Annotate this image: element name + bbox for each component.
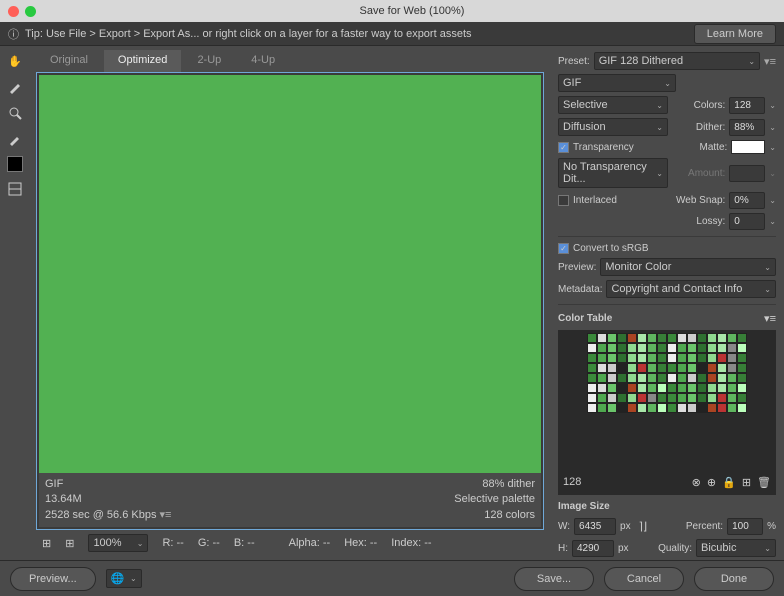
status-alpha: Alpha: -- [289,537,331,549]
status-b: B: -- [234,537,255,549]
reduction-select[interactable]: Selective⌄ [558,96,668,114]
window-controls [8,6,36,17]
learn-more-button[interactable]: Learn More [694,24,776,44]
lossy-input[interactable] [729,213,765,230]
image-size-header: Image Size [558,501,776,512]
status-hex: Hex: -- [344,537,377,549]
tab-2up[interactable]: 2-Up [183,50,235,72]
amount-label: Amount: [688,168,725,179]
metadata-label: Metadata: [558,284,602,295]
color-table: 128 ⊗ ⊕ 🔒 ⊞ 🗑 [558,330,776,495]
websnap-input[interactable] [729,192,765,209]
interlaced-label: Interlaced [573,195,617,206]
info-download-time: 2528 sec @ 56.6 Kbps [45,509,156,521]
dither-method-select[interactable]: Diffusion⌄ [558,118,668,136]
preview-canvas-container: GIF 13.64M 2528 sec @ 56.6 Kbps ▾≡ 88% d… [36,72,544,530]
status-bar: ⊞ ⊞ 100%⌄ R: -- G: -- B: -- Alpha: -- He… [36,530,544,556]
link-icon[interactable]: ⌉⌋ [639,520,648,533]
info-menu-icon[interactable]: ▾≡ [160,509,172,521]
tip-text: Tip: Use File > Export > Export As... or… [25,28,688,40]
convert-srgb-checkbox[interactable]: ✓ [558,243,569,254]
close-window[interactable] [8,6,19,17]
ct-new-icon[interactable]: ⊞ [742,476,751,489]
done-button[interactable]: Done [694,567,774,591]
convert-srgb-label: Convert to sRGB [573,243,649,254]
interlaced-checkbox[interactable] [558,195,569,206]
toggle-slices-icon[interactable] [6,180,24,198]
window-title: Save for Web (100%) [48,5,776,17]
width-input[interactable] [574,518,616,535]
titlebar: Save for Web (100%) [0,0,784,22]
percent-label: Percent: [686,521,723,532]
status-r: R: -- [162,537,183,549]
width-label: W: [558,521,570,532]
colortable-count: 128 [563,476,581,489]
tool-palette: ✋ [0,46,30,560]
info-size: 13.64M [45,492,171,507]
tip-bar: ⓘ Tip: Use File > Export > Export As... … [0,22,784,46]
format-select[interactable]: GIF⌄ [558,74,676,92]
preview-label: Preview: [558,262,596,273]
zoom-window[interactable] [25,6,36,17]
tab-4up[interactable]: 4-Up [237,50,289,72]
info-format: GIF [45,477,171,492]
tab-optimized[interactable]: Optimized [104,50,182,72]
hand-tool-icon[interactable]: ✋ [6,52,24,70]
colors-label: Colors: [694,100,726,111]
tab-original[interactable]: Original [36,50,102,72]
status-grid-icon[interactable]: ⊞ [42,537,51,550]
colortable-header: Color Table [558,313,612,324]
preview-button[interactable]: Preview... [10,567,96,591]
ct-trash-icon[interactable]: 🗑 [757,476,771,489]
info-colors: 128 colors [454,508,535,523]
browser-preview-select[interactable]: 🌐⌄ [106,569,142,588]
cancel-button[interactable]: Cancel [604,567,684,591]
eyedropper-color-swatch[interactable] [7,156,23,172]
trans-dither-select[interactable]: No Transparency Dit...⌄ [558,158,668,188]
zoom-tool-icon[interactable] [6,104,24,122]
ct-lock-icon[interactable]: 🔒 [722,476,736,489]
dither-input[interactable] [729,119,765,136]
ct-web-icon[interactable]: ⊗ [692,476,701,489]
height-label: H: [558,543,568,554]
zoom-select[interactable]: 100%⌄ [88,534,148,552]
percent-input[interactable] [727,518,763,535]
transparency-checkbox[interactable]: ✓ [558,142,569,153]
colortable-menu-icon[interactable]: ▾≡ [764,312,776,325]
settings-panel: Preset: GIF 128 Dithered⌄ ▾≡ GIF⌄ Select… [550,46,784,560]
matte-swatch[interactable] [731,140,765,154]
dialog-footer: Preview... 🌐⌄ Save... Cancel Done [0,560,784,596]
quality-select[interactable]: Bicubic⌄ [696,539,776,557]
preset-select[interactable]: GIF 128 Dithered⌄ [594,52,760,70]
height-input[interactable] [572,540,614,557]
lossy-label: Lossy: [696,216,725,227]
colors-input[interactable] [729,97,765,114]
status-g: G: -- [198,537,220,549]
slice-tool-icon[interactable] [6,78,24,96]
quality-label: Quality: [658,543,692,554]
eyedropper-tool-icon[interactable] [6,130,24,148]
canvas-info-bar: GIF 13.64M 2528 sec @ 56.6 Kbps ▾≡ 88% d… [39,473,541,527]
save-button[interactable]: Save... [514,567,594,591]
amount-input [729,165,765,182]
websnap-label: Web Snap: [676,195,725,206]
status-index: Index: -- [391,537,431,549]
info-palette: Selective palette [454,492,535,507]
metadata-select[interactable]: Copyright and Contact Info⌄ [606,280,776,298]
matte-label: Matte: [700,142,728,153]
info-icon: ⓘ [8,26,19,42]
view-tabs: Original Optimized 2-Up 4-Up [36,50,544,72]
preview-canvas[interactable] [39,75,541,473]
info-dither: 88% dither [454,477,535,492]
ct-map-icon[interactable]: ⊕ [707,476,716,489]
transparency-label: Transparency [573,142,634,153]
preset-label: Preset: [558,56,590,67]
dither-label: Dither: [696,122,725,133]
status-grid2-icon[interactable]: ⊞ [65,537,74,550]
preview-select[interactable]: Monitor Color⌄ [600,258,776,276]
preset-menu-icon[interactable]: ▾≡ [764,55,776,68]
color-table-grid[interactable] [587,333,747,413]
